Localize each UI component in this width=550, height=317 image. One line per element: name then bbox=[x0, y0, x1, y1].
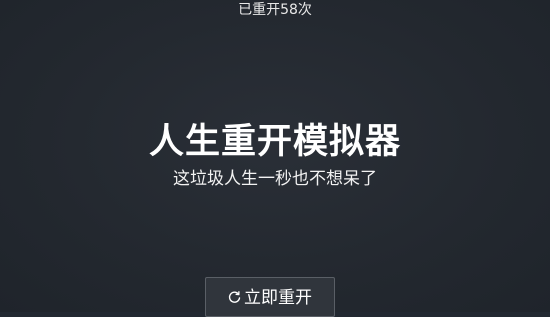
game-title: 人生重开模拟器 bbox=[148, 122, 401, 162]
restart-now-button[interactable]: 立即重开 bbox=[205, 277, 335, 317]
game-screen: 已重开58次 人生重开模拟器 这垃圾人生一秒也不想呆了 立即重开 bbox=[0, 0, 550, 317]
restart-count-text: 已重开58次 bbox=[238, 2, 312, 18]
game-subtitle: 这垃圾人生一秒也不想呆了 bbox=[173, 169, 377, 189]
restart-now-label: 立即重开 bbox=[244, 288, 312, 308]
refresh-icon bbox=[228, 288, 242, 308]
